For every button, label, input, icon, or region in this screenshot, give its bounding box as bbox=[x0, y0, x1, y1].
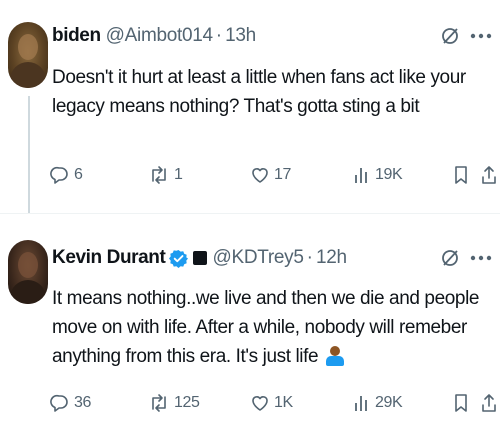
tweet-header: Kevin Durant @KDTrey5 · 12h bbox=[52, 247, 347, 269]
tweet-reply-parent[interactable]: biden @Aimbot014 · 13h Doesn't it hurt a… bbox=[0, 0, 500, 212]
tweet-actions: 6 1 17 19K bbox=[50, 165, 496, 189]
tweet-text: Doesn't it hurt at least a little when f… bbox=[52, 67, 466, 117]
timestamp[interactable]: 12h bbox=[316, 247, 347, 269]
reply-icon bbox=[50, 393, 70, 413]
person-shrugging-emoji bbox=[325, 346, 345, 366]
views-count: 29K bbox=[375, 394, 403, 411]
share-icon bbox=[480, 165, 498, 185]
bookmark-icon bbox=[452, 393, 470, 413]
separator-dot: · bbox=[215, 25, 223, 46]
author-name[interactable]: biden bbox=[52, 25, 101, 47]
share-button[interactable] bbox=[480, 393, 498, 413]
like-count: 1K bbox=[274, 394, 293, 411]
retweet-icon bbox=[148, 393, 170, 413]
tweet-divider bbox=[0, 213, 500, 214]
separator-dot: · bbox=[306, 247, 313, 268]
author-name[interactable]: Kevin Durant bbox=[52, 247, 166, 269]
avatar-shoulders bbox=[10, 62, 46, 88]
share-button[interactable] bbox=[480, 165, 498, 185]
heart-icon bbox=[250, 393, 270, 413]
reply-icon bbox=[50, 165, 70, 185]
like-count: 17 bbox=[274, 166, 291, 183]
tweet-top-actions bbox=[440, 26, 492, 46]
tweet-actions: 36 125 1K 29K bbox=[50, 393, 496, 417]
share-icon bbox=[480, 393, 498, 413]
reply-count: 6 bbox=[74, 166, 83, 183]
grok-icon[interactable] bbox=[440, 26, 460, 46]
more-icon[interactable] bbox=[470, 33, 492, 39]
like-button[interactable]: 17 bbox=[250, 165, 291, 185]
reply-button[interactable]: 36 bbox=[50, 393, 91, 413]
bookmark-icon bbox=[452, 165, 470, 185]
retweet-button[interactable]: 1 bbox=[148, 165, 183, 185]
tweet-text-body: It means nothing..we live and then we di… bbox=[52, 288, 480, 367]
bookmark-button[interactable] bbox=[452, 393, 470, 413]
views-button[interactable]: 19K bbox=[353, 165, 403, 185]
tweet-top-actions bbox=[440, 248, 492, 268]
reply-count: 36 bbox=[74, 394, 91, 411]
avatar[interactable] bbox=[8, 240, 48, 304]
avatar-face bbox=[18, 252, 38, 278]
avatar-shoulders bbox=[10, 280, 46, 304]
timestamp[interactable]: 13h bbox=[225, 25, 256, 47]
grok-icon[interactable] bbox=[440, 248, 460, 268]
views-count: 19K bbox=[375, 166, 403, 183]
author-handle[interactable]: @Aimbot014 bbox=[106, 25, 213, 47]
bookmark-button[interactable] bbox=[452, 165, 470, 185]
retweet-button[interactable]: 125 bbox=[148, 393, 200, 413]
views-icon bbox=[353, 165, 371, 185]
more-icon[interactable] bbox=[470, 255, 492, 261]
retweet-count: 1 bbox=[174, 166, 183, 183]
affiliation-badge-icon bbox=[193, 251, 208, 265]
tweet-text: It means nothing..we live and then we di… bbox=[52, 284, 492, 371]
avatar[interactable] bbox=[8, 22, 48, 88]
views-button[interactable]: 29K bbox=[353, 393, 403, 413]
like-button[interactable]: 1K bbox=[250, 393, 293, 413]
tweet-header: biden @Aimbot014 · 13h bbox=[52, 25, 256, 47]
retweet-icon bbox=[148, 165, 170, 185]
author-handle[interactable]: @KDTrey5 bbox=[212, 247, 303, 269]
reply-button[interactable]: 6 bbox=[50, 165, 83, 185]
avatar-face bbox=[18, 34, 38, 60]
verified-badge-icon bbox=[169, 249, 189, 268]
heart-icon bbox=[250, 165, 270, 185]
thread-connector-line bbox=[28, 96, 30, 214]
tweet-reply[interactable]: Kevin Durant @KDTrey5 · 12h It means not… bbox=[0, 222, 500, 440]
retweet-count: 125 bbox=[174, 394, 200, 411]
views-icon bbox=[353, 393, 371, 413]
